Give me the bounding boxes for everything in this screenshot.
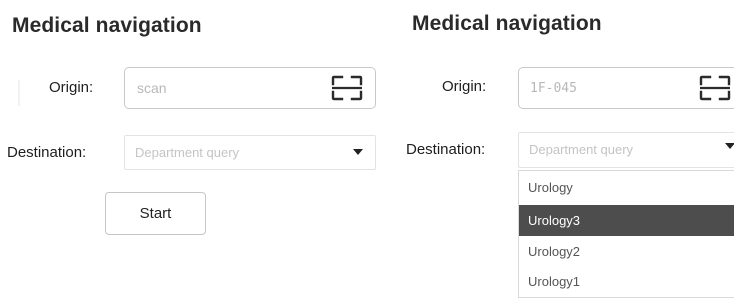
origin-label: Origin: bbox=[442, 78, 487, 95]
dropdown-option[interactable]: Urology bbox=[519, 172, 734, 203]
scan-qr-icon[interactable] bbox=[699, 75, 731, 101]
dropdown-option-selected[interactable]: Urology3 bbox=[519, 205, 734, 236]
origin-field[interactable]: scan bbox=[124, 67, 376, 109]
scan-qr-icon[interactable] bbox=[331, 75, 363, 101]
destination-select[interactable]: Department query bbox=[124, 135, 376, 170]
destination-label: Destination: bbox=[7, 144, 87, 161]
destination-dropdown-list: Urology Urology3 Urology2 Urology1 bbox=[518, 170, 734, 298]
destination-placeholder: Department query bbox=[135, 145, 240, 160]
origin-label: Origin: bbox=[49, 79, 94, 96]
page-title: Medical navigation bbox=[12, 14, 202, 37]
dropdown-option[interactable]: Urology1 bbox=[519, 266, 734, 297]
origin-value: 1F-045 bbox=[530, 81, 577, 96]
navigation-screen-initial: Medical navigation Origin: scan Destinat… bbox=[0, 0, 376, 304]
divider bbox=[18, 80, 20, 106]
origin-value: scan bbox=[137, 80, 167, 96]
navigation-screen-dropdown-open: Medical navigation Origin: 1F-045 Destin… bbox=[370, 0, 734, 304]
destination-label: Destination: bbox=[406, 141, 486, 158]
page-title: Medical navigation bbox=[412, 12, 602, 35]
destination-placeholder: Department query bbox=[529, 142, 634, 157]
destination-select[interactable]: Department query bbox=[518, 132, 734, 168]
start-button[interactable]: Start bbox=[105, 192, 206, 235]
dropdown-caret-icon[interactable] bbox=[353, 149, 363, 155]
origin-field[interactable]: 1F-045 bbox=[518, 67, 734, 109]
dropdown-option[interactable]: Urology2 bbox=[519, 236, 734, 267]
dropdown-caret-icon[interactable] bbox=[725, 143, 734, 149]
